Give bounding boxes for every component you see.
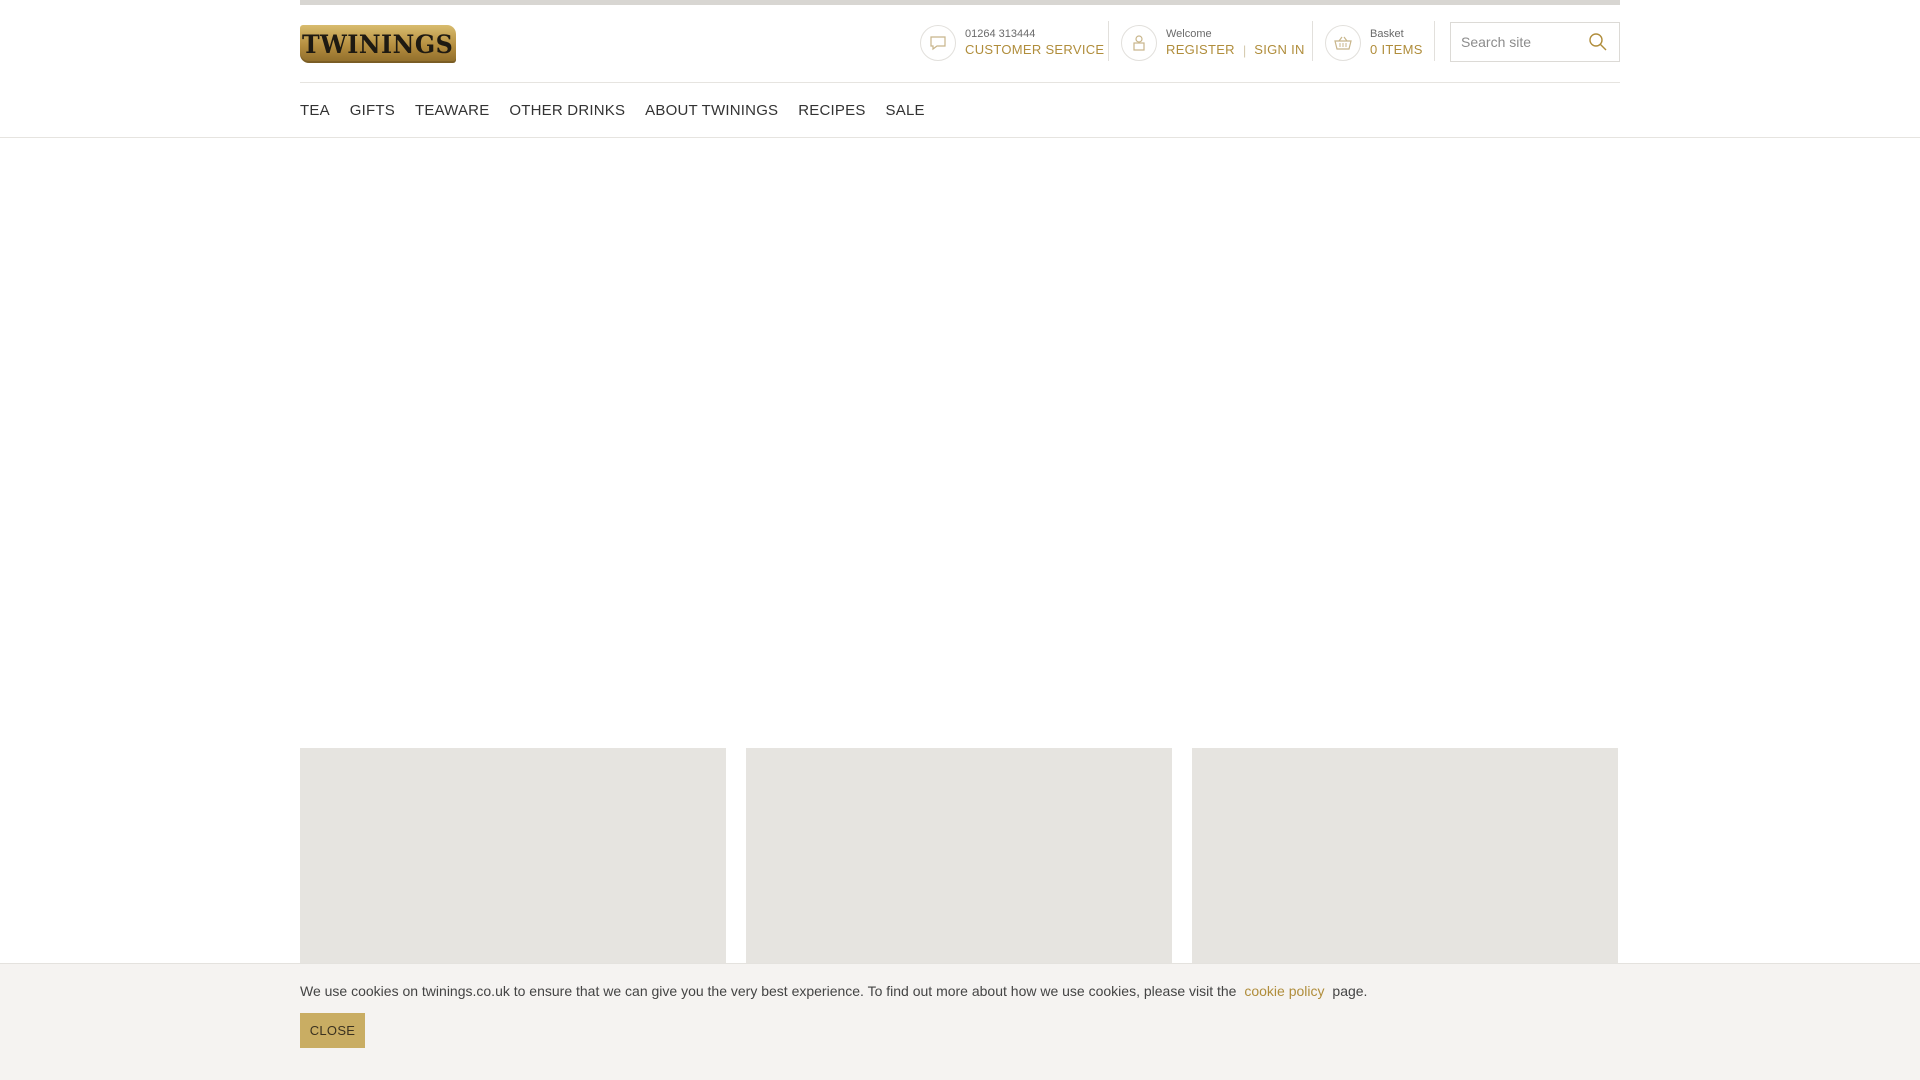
cookie-text-before: We use cookies on twinings.co.uk to ensu… (300, 983, 1237, 999)
site-header: TWININGS 01264 313444 CUSTOMER SERVICE W… (300, 5, 1620, 83)
basket-label: Basket (1370, 28, 1404, 40)
search-input[interactable] (1451, 23, 1581, 61)
header-divider (1108, 21, 1109, 61)
chat-bubble-icon (920, 25, 956, 61)
user-bag-icon (1121, 25, 1157, 61)
customer-service-link[interactable]: CUSTOMER SERVICE (965, 41, 1104, 59)
nav-item-gifts[interactable]: GIFTS (350, 102, 395, 119)
promo-tile[interactable] (1192, 748, 1618, 968)
nav-item-teaware[interactable]: TEAWARE (415, 102, 489, 119)
basket-icon (1325, 25, 1361, 61)
logo-text: TWININGS (302, 29, 454, 59)
cookie-text-after: page. (1332, 983, 1368, 999)
sign-in-link[interactable]: SIGN IN (1254, 41, 1305, 59)
nav-item-other-drinks[interactable]: OTHER DRINKS (509, 102, 625, 119)
customer-service-phone: 01264 313444 (965, 28, 1036, 40)
twinings-logo[interactable]: TWININGS (300, 25, 456, 63)
nav-item-about-twinings[interactable]: ABOUT TWININGS (645, 102, 778, 119)
nav-item-sale[interactable]: SALE (886, 102, 925, 119)
link-separator: | (1242, 42, 1247, 58)
cookie-close-button[interactable]: CLOSE (300, 1013, 365, 1048)
cookie-banner: We use cookies on twinings.co.uk to ensu… (0, 963, 1920, 1080)
nav-item-tea[interactable]: TEA (300, 102, 330, 119)
nav-divider (0, 137, 1920, 138)
header-divider (1312, 21, 1313, 61)
promo-tile[interactable] (746, 748, 1172, 968)
search-box (1450, 22, 1620, 62)
main-nav: TEA GIFTS TEAWARE OTHER DRINKS ABOUT TWI… (300, 84, 1620, 137)
account-block: Welcome REGISTER | SIGN IN (1121, 22, 1305, 64)
header-divider (1434, 21, 1435, 61)
customer-service-block[interactable]: 01264 313444 CUSTOMER SERVICE (920, 22, 1104, 64)
promo-tile[interactable] (300, 748, 726, 968)
search-icon[interactable] (1587, 31, 1609, 53)
register-link[interactable]: REGISTER (1166, 41, 1235, 59)
welcome-label: Welcome (1166, 28, 1212, 40)
basket-block[interactable]: Basket 0 ITEMS (1325, 22, 1423, 64)
cookie-message: We use cookies on twinings.co.uk to ensu… (300, 983, 1367, 999)
basket-items-link[interactable]: 0 ITEMS (1370, 41, 1423, 59)
nav-item-recipes[interactable]: RECIPES (798, 102, 865, 119)
cookie-policy-link[interactable]: cookie policy (1244, 983, 1324, 999)
